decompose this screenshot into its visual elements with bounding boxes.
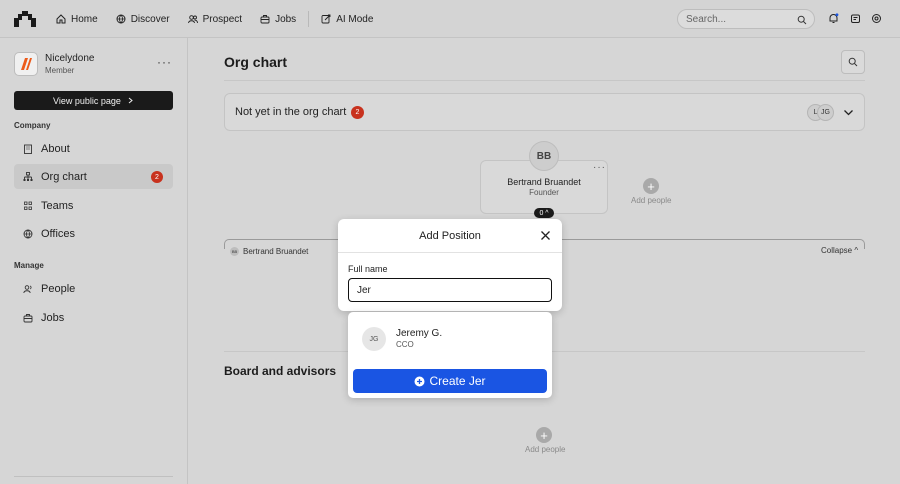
close-icon[interactable] [540,230,551,241]
org-chart-count-badge: 2 [151,171,163,183]
collapse-button[interactable]: Collapse ^ [821,246,858,255]
add-position-modal: Add Position Full name [338,219,562,311]
sidebar-item-teams[interactable]: Teams [14,193,173,218]
sidebar-item-label: Org chart [41,170,87,183]
nav-home-label: Home [71,13,98,25]
users-icon [187,15,198,24]
globe-icon [116,14,126,24]
sidebar: Nicelydone Member ··· View public page C… [0,38,188,484]
sidebar-divider [14,476,173,477]
global-search[interactable] [677,9,815,29]
not-yet-label: Not yet in the org chart [235,106,347,118]
title-divider [224,80,865,81]
nav-jobs[interactable]: Jobs [260,14,296,25]
inbox-icon[interactable] [850,13,861,24]
modal-divider [338,252,562,253]
company-name: Nicelydone [45,53,95,64]
view-public-page-button[interactable]: View public page [14,91,173,110]
settings-icon[interactable] [871,13,882,24]
not-yet-count-badge: 2 [351,106,364,119]
add-people-icon[interactable]: + [643,178,659,194]
card-more-button[interactable]: ··· [593,162,606,173]
full-name-label: Full name [348,264,388,274]
bell-icon[interactable] [828,13,839,24]
globe-icon [23,229,33,239]
tree-row[interactable]: BB Bertrand Bruandet [230,247,308,256]
nav-prospect-label: Prospect [202,13,243,25]
company-logo[interactable] [14,52,38,76]
view-public-page-label: View public page [53,95,121,106]
avatar: JG [362,327,386,351]
suggestion-name: Jeremy G. [396,328,443,339]
sidebar-item-about[interactable]: About [14,136,173,161]
name-suggestions-dropdown: JG Jeremy G. CCO Create Jer [348,312,552,398]
building-icon [24,144,32,154]
app-logo-icon[interactable] [14,11,36,27]
sidebar-item-offices[interactable]: Offices [14,221,173,246]
chevron-down-icon[interactable] [843,107,854,118]
main-nav: Home Discover Prospect Jobs AI Mode [56,0,391,38]
nav-ai-mode-label: AI Mode [336,13,374,25]
create-position-button[interactable]: Create Jer [353,369,547,393]
reports-count-toggle[interactable]: 0 ^ [534,208,554,218]
add-people-label[interactable]: Add people [525,445,565,454]
teams-icon [24,201,32,210]
sidebar-item-people[interactable]: People [14,276,173,301]
create-position-label: Create Jer [429,374,486,388]
full-name-input[interactable] [348,278,552,302]
sidebar-item-jobs[interactable]: Jobs [14,305,173,330]
nav-jobs-label: Jobs [275,13,297,25]
nav-discover-label: Discover [130,13,170,25]
page-title: Org chart [224,54,288,70]
board-and-advisors-title: Board and advisors [224,364,337,378]
tree-row-name: Bertrand Bruandet [243,247,309,256]
avatar: JG [817,104,834,121]
avatar: BB [529,141,559,171]
sidebar-item-label: Teams [41,199,74,212]
nav-prospect[interactable]: Prospect [187,13,243,25]
briefcase-icon [23,313,33,322]
manage-section-label: Manage [14,261,44,270]
nav-home[interactable]: Home [56,14,98,25]
nav-divider [308,11,310,27]
nav-ai-mode[interactable]: AI Mode [321,14,373,25]
sidebar-item-label: Jobs [41,311,65,324]
add-people-icon[interactable]: + [536,427,552,443]
person-name: Bertrand Bruandet [507,177,581,187]
add-people-label[interactable]: Add people [631,196,671,205]
company-section-label: Company [14,121,51,130]
sidebar-item-org-chart[interactable]: Org chart 2 [14,164,173,189]
person-role: Founder [529,188,559,197]
org-search-button[interactable] [841,50,865,74]
sidebar-item-label: About [41,142,70,155]
chevron-right-icon [128,97,133,104]
plus-circle-icon [414,376,425,386]
not-yet-in-org-chart-panel[interactable]: Not yet in the org chart 2 L JG [224,93,865,131]
home-icon [56,14,66,24]
top-navigation-bar: Home Discover Prospect Jobs AI Mode [0,0,900,38]
more-options-button[interactable]: ··· [157,55,172,69]
modal-title: Add Position [419,230,481,242]
nav-discover[interactable]: Discover [116,14,170,25]
people-icon [23,284,32,293]
search-icon [797,15,807,25]
nicelydone-logo-icon [21,58,32,70]
search-icon [848,57,858,67]
search-input[interactable] [686,13,786,25]
org-chart-icon [23,171,33,181]
ai-icon [321,14,331,24]
sidebar-item-label: Offices [41,227,76,240]
suggestion-item[interactable]: JG Jeremy G. CCO [348,322,552,356]
avatar: BB [230,247,239,256]
company-role: Member [45,66,75,75]
briefcase-icon [260,15,270,24]
sidebar-item-label: People [41,282,76,295]
suggestion-role: CCO [396,340,414,349]
